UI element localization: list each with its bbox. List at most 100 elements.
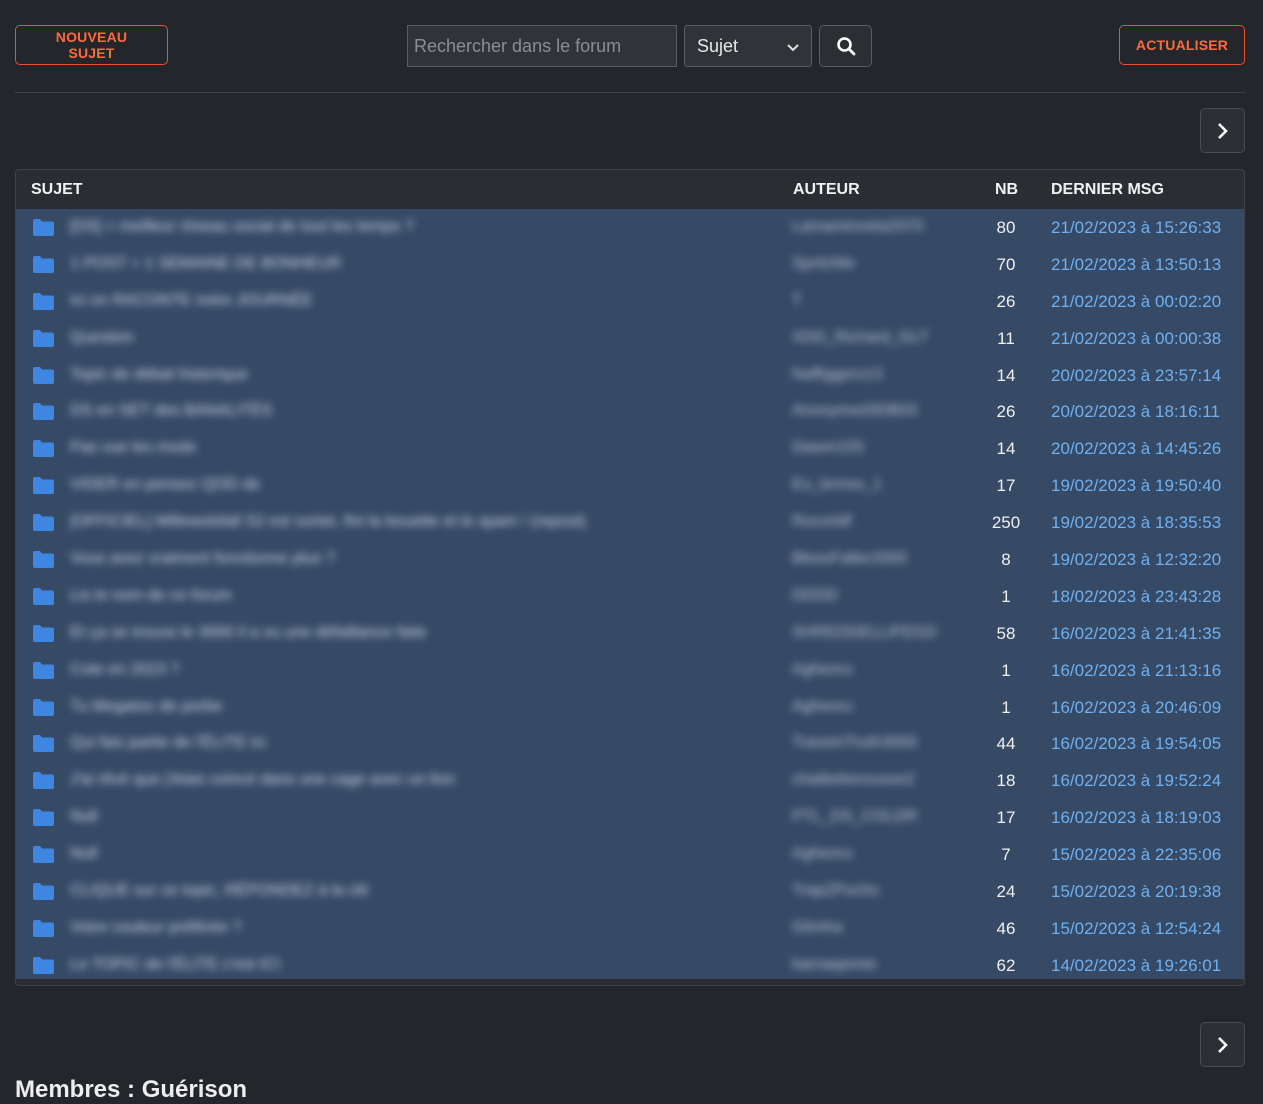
topic-row[interactable]: Null Agheoru 7 15/02/2023 à 22:35:06 <box>16 836 1244 873</box>
topic-row[interactable]: J'ai rêvé que j'étais coincé dans une ca… <box>16 762 1244 799</box>
topic-row[interactable]: DS en SET des BANALITÉS Anonymed3DB03 26 20… <box>16 393 1244 430</box>
topic-last-message-link[interactable]: 15/02/2023 à 22:35:06 <box>1051 845 1221 865</box>
topic-author-link[interactable]: TrapZPocho <box>792 882 879 900</box>
forum-search-input[interactable] <box>407 25 677 67</box>
topic-title-link[interactable]: Pas vue les mods <box>70 439 196 457</box>
topic-title-link[interactable]: Le TOPIC de l'ÉLITE c'est ICI <box>70 956 280 974</box>
topic-message-count: 250 <box>991 513 1021 533</box>
topic-last-message-link[interactable]: 15/02/2023 à 12:54:24 <box>1051 919 1221 939</box>
topic-title-link[interactable]: Question <box>70 329 134 347</box>
topic-title-link[interactable]: Tu Megatoo de porbe <box>70 698 222 716</box>
topic-title-link[interactable]: VIDER en pensez QOD de <box>70 476 260 494</box>
topic-last-message-link[interactable]: 16/02/2023 à 19:52:24 <box>1051 771 1221 791</box>
topic-row[interactable]: Ici on RACONTE notre JOURNÉE T 26 21/02/202… <box>16 283 1244 320</box>
topic-last-message-link[interactable]: 16/02/2023 à 18:19:03 <box>1051 808 1221 828</box>
topic-author-link[interactable]: TraveinTruth3000 <box>792 734 917 752</box>
topic-last-message-link[interactable]: 20/02/2023 à 18:16:11 <box>1051 402 1220 422</box>
topic-title-link[interactable]: Et ça se trouve le 3000 il a vu une défa… <box>70 624 427 642</box>
topic-author-link[interactable]: Anonymed3DB03 <box>792 402 917 420</box>
topic-author-link[interactable]: PTL_DS_COLDR <box>792 808 917 826</box>
topic-author-link[interactable]: XDD_Richard_GLT <box>792 329 929 347</box>
search-scope-select[interactable]: Sujet <box>684 25 812 67</box>
topic-message-count: 7 <box>1001 845 1011 865</box>
topic-last-message-link[interactable]: 14/02/2023 à 19:26:01 <box>1051 956 1221 976</box>
folder-icon <box>33 956 54 974</box>
topic-row[interactable]: 1 POST = 1 SEMAINE DE BONHEUR SpritzMe 70 2… <box>16 246 1244 283</box>
next-page-button-top[interactable] <box>1200 108 1245 153</box>
topic-row[interactable]: Topic de débat historique Naffiggers13 14 2… <box>16 357 1244 394</box>
topic-last-message-link[interactable]: 19/02/2023 à 12:32:20 <box>1051 550 1221 570</box>
topic-last-message-link[interactable]: 21/02/2023 à 00:00:38 <box>1051 329 1221 349</box>
topic-author-link[interactable]: Agheoru <box>792 661 853 679</box>
topic-last-message-link[interactable]: 15/02/2023 à 20:19:38 <box>1051 882 1221 902</box>
topic-title-link[interactable]: Topic de débat historique <box>70 366 248 384</box>
topic-title-link[interactable]: CLIQUE sur ce topic, RÉPONDEZ à la clé <box>70 882 369 900</box>
search-icon <box>836 37 855 56</box>
topic-author-link[interactable]: T <box>792 292 802 310</box>
topic-author-link[interactable]: Lamaminnela2070 <box>792 218 924 236</box>
topic-title-link[interactable]: [DS] = meilleur réseau social de tout le… <box>70 218 414 236</box>
topic-row[interactable]: VIDER en pensez QOD de Eu_brmss_1 17 19/02/… <box>16 467 1244 504</box>
chevron-right-icon <box>1217 1036 1228 1053</box>
topic-last-message-link[interactable]: 16/02/2023 à 20:46:09 <box>1051 698 1221 718</box>
topic-row[interactable]: Cote en 2023 ? Agheoru 1 16/02/2023 à 21:13… <box>16 652 1244 689</box>
search-scope-value: Sujet <box>697 35 739 56</box>
topic-title-link[interactable]: Null <box>70 808 98 826</box>
topic-title-link[interactable]: Null <box>70 845 98 863</box>
topic-row[interactable]: Qui fais partie de l'ÉLITE ici TraveinTru… <box>16 725 1244 762</box>
topic-row[interactable]: Lis le nom de ce forum DDDD 1 18/02/2023 à … <box>16 578 1244 615</box>
topic-author-link[interactable]: Eu_brmss_1 <box>792 476 882 494</box>
refresh-button[interactable]: Actualiser <box>1119 25 1245 65</box>
topic-last-message-link[interactable]: 18/02/2023 à 23:43:28 <box>1051 587 1221 607</box>
topic-author-link[interactable]: BlessFaller2000 <box>792 550 907 568</box>
topic-title-link[interactable]: Votre couleur préférée ? <box>70 919 242 937</box>
topic-title-link[interactable]: Qui fais partie de l'ÉLITE ici <box>70 734 266 752</box>
topic-last-message-link[interactable]: 16/02/2023 à 19:54:05 <box>1051 734 1221 754</box>
topic-last-message-link[interactable]: 21/02/2023 à 15:26:33 <box>1051 218 1221 238</box>
topic-author-link[interactable]: Rocorldf <box>792 513 852 531</box>
topic-row[interactable]: [DS] = meilleur réseau social de tout le… <box>16 209 1244 246</box>
topic-row[interactable]: [OFFICIEL] Millewolsfall S2 est sortet, … <box>16 504 1244 541</box>
topic-title-link[interactable]: Lis le nom de ce forum <box>70 587 232 605</box>
topic-title-link[interactable]: Vous avez vraiment fonctionne plus ? <box>70 550 335 568</box>
topic-last-message-link[interactable]: 19/02/2023 à 19:50:40 <box>1051 476 1221 496</box>
topic-last-message-link[interactable]: 20/02/2023 à 14:45:26 <box>1051 439 1221 459</box>
topic-author-link[interactable]: DDDD <box>792 587 838 605</box>
topic-last-message-link[interactable]: 20/02/2023 à 23:57:14 <box>1051 366 1221 386</box>
topic-row[interactable]: Null PTL_DS_COLDR 17 16/02/2023 à 18:19:03 <box>16 799 1244 836</box>
topic-title-link[interactable]: Cote en 2023 ? <box>70 661 179 679</box>
new-topic-button[interactable]: Nouveau sujet <box>15 25 168 65</box>
topic-author-link[interactable]: chatbeberousse2 <box>792 771 915 789</box>
topic-title-link[interactable]: Ici on RACONTE notre JOURNÉE <box>70 292 313 310</box>
topic-row[interactable]: Votre couleur préférée ? Glimha 46 15/02/20… <box>16 910 1244 947</box>
topic-row[interactable]: Le TOPIC de l'ÉLITE c'est ICI barnaqemie 6… <box>16 947 1244 984</box>
topic-last-message-link[interactable]: 19/02/2023 à 18:35:53 <box>1051 513 1221 533</box>
folder-icon <box>33 477 54 495</box>
topic-author-link[interactable]: Naffiggers13 <box>792 366 882 384</box>
topic-row[interactable]: Tu Megatoo de porbe Agheoru 1 16/02/2023 à … <box>16 689 1244 726</box>
topic-title-link[interactable]: [OFFICIEL] Millewolsfall S2 est sortet, … <box>70 513 586 531</box>
topic-row[interactable]: CLIQUE sur ce topic, RÉPONDEZ à la clé Tr… <box>16 873 1244 910</box>
topic-title-link[interactable]: J'ai rêvé que j'étais coincé dans une ca… <box>70 771 455 789</box>
folder-icon <box>33 514 54 532</box>
topic-last-message-link[interactable]: 16/02/2023 à 21:41:35 <box>1051 624 1221 644</box>
topic-author-link[interactable]: Glimha <box>792 919 843 937</box>
topic-row[interactable]: Question XDD_Richard_GLT 11 21/02/2023 à 00… <box>16 320 1244 357</box>
topic-author-link[interactable]: Agheoru <box>792 845 853 863</box>
topic-author-link[interactable]: barnaqemie <box>792 956 877 974</box>
topic-author-link[interactable]: SHREDDELLIFEGD <box>792 624 937 642</box>
search-button[interactable] <box>819 25 872 67</box>
topic-row[interactable]: Pas vue les mods Dawm155 14 20/02/2023 à 14… <box>16 430 1244 467</box>
next-page-button-bottom[interactable] <box>1200 1022 1245 1067</box>
topic-last-message-link[interactable]: 21/02/2023 à 00:02:20 <box>1051 292 1221 312</box>
topic-author-link[interactable]: Dawm155 <box>792 439 864 457</box>
topic-author-link[interactable]: SpritzMe <box>792 255 855 273</box>
topic-last-message-link[interactable]: 21/02/2023 à 13:50:13 <box>1051 255 1221 275</box>
topic-title-link[interactable]: DS en SET des BANALITÉS <box>70 402 272 420</box>
topic-title-link[interactable]: 1 POST = 1 SEMAINE DE BONHEUR <box>70 255 341 273</box>
topic-message-count: 8 <box>1001 550 1011 570</box>
topic-last-message-link[interactable]: 16/02/2023 à 21:13:16 <box>1051 661 1221 681</box>
topic-row[interactable]: Et ça se trouve le 3000 il a vu une défa… <box>16 615 1244 652</box>
topic-row[interactable]: Vous avez vraiment fonctionne plus ? Bles… <box>16 541 1244 578</box>
topic-author-link[interactable]: Agheoru <box>792 698 853 716</box>
